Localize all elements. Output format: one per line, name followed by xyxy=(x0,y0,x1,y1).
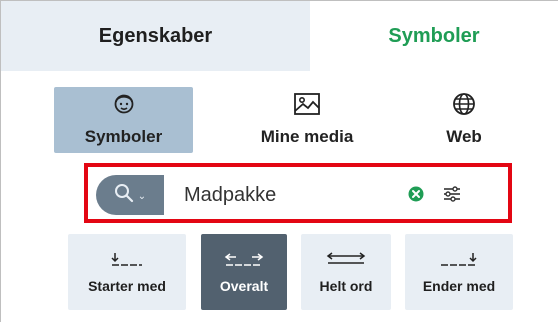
starts-with-icon xyxy=(110,250,144,270)
source-web-button[interactable]: Web xyxy=(413,87,515,153)
match-mode-label: Helt ord xyxy=(319,278,373,294)
tab-symboler[interactable]: Symboler xyxy=(310,1,558,71)
match-ends-with-button[interactable]: Ender med xyxy=(405,234,513,310)
search-icon xyxy=(114,183,134,208)
globe-icon xyxy=(451,89,477,119)
chevron-down-icon: ⌄ xyxy=(137,190,147,202)
tab-bar: Egenskaber Symboler xyxy=(1,1,558,71)
tab-label: Egenskaber xyxy=(98,24,213,47)
source-label: Mine media xyxy=(260,127,354,146)
match-mode-label: Ender med xyxy=(422,278,496,294)
ends-with-icon xyxy=(439,250,479,270)
match-mode-label: Overalt xyxy=(219,278,269,294)
match-mode-label: Starter med xyxy=(88,278,166,294)
search-options-dropdown[interactable]: ⌄ xyxy=(96,175,164,215)
match-anywhere-button[interactable]: Overalt xyxy=(201,234,287,310)
anywhere-icon xyxy=(224,250,264,270)
source-my-media-button[interactable]: Mine media xyxy=(235,87,379,153)
source-label: Symboler xyxy=(84,127,163,146)
source-label: Web xyxy=(446,127,482,146)
match-starts-with-button[interactable]: Starter med xyxy=(68,234,186,310)
face-icon xyxy=(112,89,136,119)
tab-label: Symboler xyxy=(388,24,480,47)
filter-icon[interactable] xyxy=(442,185,462,208)
search-highlight-box: ⌄ xyxy=(84,163,512,223)
source-symbols-button[interactable]: Symboler xyxy=(54,87,193,153)
search-bar: ⌄ xyxy=(96,175,472,215)
whole-word-icon xyxy=(326,250,366,270)
tab-egenskaber[interactable]: Egenskaber xyxy=(1,1,310,71)
clear-icon[interactable] xyxy=(408,186,424,207)
match-whole-word-button[interactable]: Helt ord xyxy=(301,234,391,310)
search-input[interactable] xyxy=(182,179,406,211)
image-icon xyxy=(292,89,322,119)
